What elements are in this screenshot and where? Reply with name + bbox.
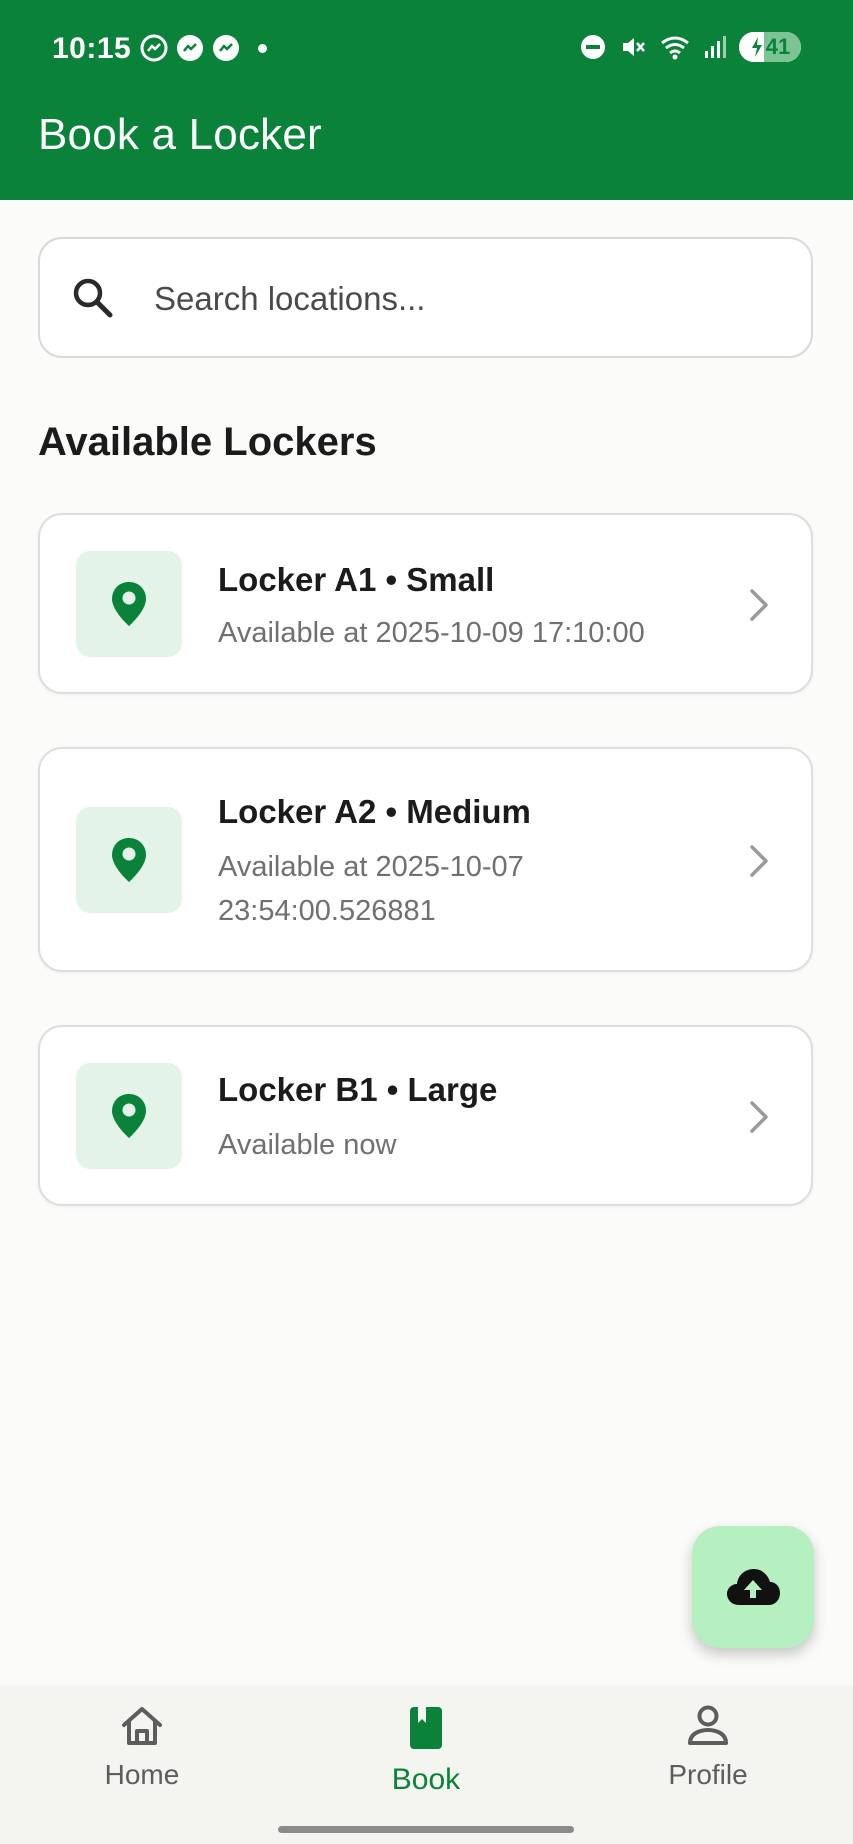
wifi-icon [661, 36, 689, 60]
locker-title: Locker A2 • Medium [218, 793, 531, 830]
status-bar: 10:15 41 [0, 0, 853, 100]
locker-card[interactable]: Locker A2 • Medium Available at 2025-10-… [38, 747, 813, 972]
cloud-upload-icon [727, 1569, 780, 1605]
notification-icons [140, 34, 267, 62]
book-icon [410, 1707, 442, 1749]
status-time: 10:15 [52, 32, 132, 65]
locker-card[interactable]: Locker A1 • Small Available at 2025-10-0… [38, 513, 813, 694]
location-pin-icon [112, 838, 146, 882]
location-icon-box [76, 551, 182, 657]
signal-icon [705, 36, 726, 58]
messenger-icon [140, 34, 168, 62]
locker-title: Locker B1 • Large [218, 1071, 498, 1108]
upload-fab[interactable] [692, 1526, 814, 1648]
location-icon-box [76, 807, 182, 913]
person-icon [688, 1705, 728, 1745]
nav-home-label: Home [104, 1759, 180, 1790]
do-not-disturb-icon [581, 35, 605, 59]
chevron-right-icon [750, 1101, 768, 1133]
nav-profile-label: Profile [668, 1759, 748, 1790]
nav-book[interactable]: Book [326, 1705, 526, 1797]
nav-profile[interactable]: Profile [608, 1705, 808, 1791]
messenger-icon [213, 35, 239, 61]
messenger-icon [177, 35, 203, 61]
chevron-right-icon [750, 845, 768, 877]
battery-charging-icon: 41 [739, 32, 801, 62]
section-title: Available Lockers [38, 420, 377, 464]
page-title: Book a Locker [38, 110, 322, 159]
locker-availability: Available at 2025-10-09 17:10:00 [218, 617, 645, 649]
app-bar: 10:15 41 Book a Locker [0, 0, 853, 200]
search-icon [73, 278, 113, 318]
locker-availability: Available now [218, 1129, 397, 1161]
location-icon-box [76, 1063, 182, 1169]
system-icons: 41 [579, 32, 801, 62]
home-icon [122, 1707, 162, 1745]
search-bar[interactable] [38, 237, 813, 358]
chevron-right-icon [750, 589, 768, 621]
gesture-home-indicator[interactable] [278, 1826, 574, 1833]
search-input[interactable] [152, 269, 776, 329]
bottom-navigation: Home Book Profile [0, 1685, 853, 1844]
mute-icon [623, 38, 645, 56]
locker-card[interactable]: Locker B1 • Large Available now [38, 1025, 813, 1206]
locker-title: Locker A1 • Small [218, 561, 495, 598]
locker-availability: Available at 2025-10-07 23:54:00.526881 [218, 851, 524, 927]
battery-level: 41 [765, 34, 791, 59]
nav-home[interactable]: Home [42, 1705, 242, 1791]
nav-book-label: Book [391, 1763, 461, 1796]
location-pin-icon [112, 582, 146, 626]
more-notifications-dot [258, 43, 267, 53]
location-pin-icon [112, 1094, 146, 1138]
